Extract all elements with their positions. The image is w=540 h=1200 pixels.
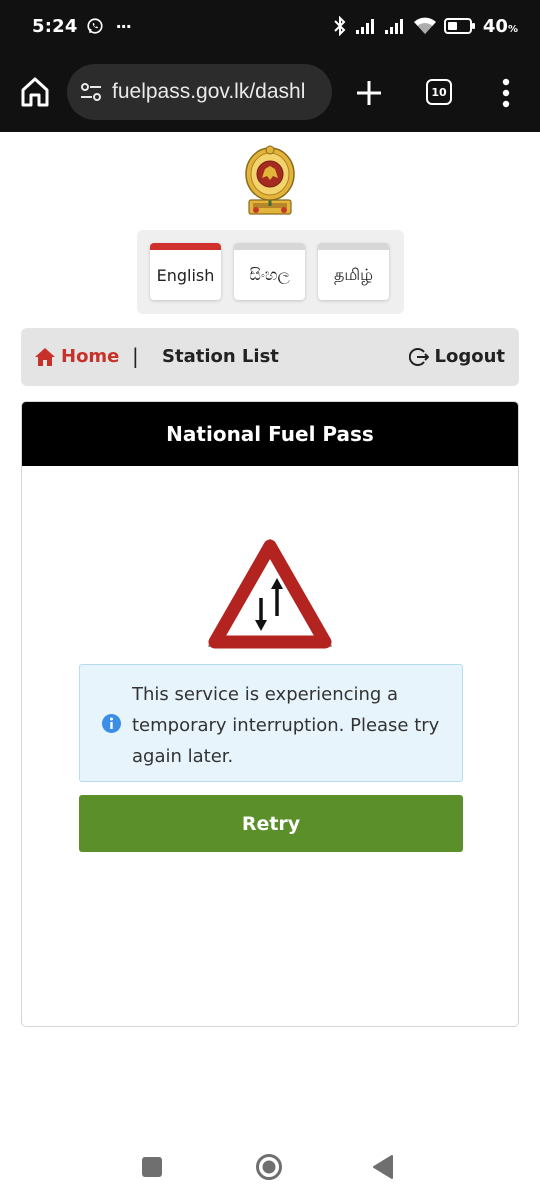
main-nav: Home | Station List Logout (21, 328, 519, 386)
battery-level: 40% (482, 15, 518, 37)
retry-button[interactable]: Retry (79, 795, 463, 852)
url-text[interactable]: fuelpass.gov.lk/dashl (112, 80, 305, 104)
new-tab-icon[interactable] (355, 79, 383, 107)
logout-icon (409, 347, 430, 366)
language-switcher: English සිංහල தமிழ் (137, 230, 404, 314)
recents-icon[interactable] (142, 1157, 162, 1177)
logout-label: Logout (434, 346, 505, 367)
screen: 5:24 ··· 40% fuelpass.gov.lk/dashl 10 En… (0, 0, 540, 1200)
status-time: 5:24 (32, 15, 78, 37)
nav-home-link[interactable]: Home (34, 346, 119, 367)
card-title: National Fuel Pass (22, 402, 518, 466)
wifi-icon (413, 17, 436, 34)
kebab-menu-icon[interactable] (501, 78, 511, 108)
language-tamil-button[interactable]: தமிழ் (318, 243, 389, 300)
nav-home-label: Home (61, 346, 120, 367)
home-icon (35, 347, 55, 366)
tab-switcher-button[interactable]: 10 (426, 79, 452, 105)
browser-toolbar: fuelpass.gov.lk/dashl 10 (0, 52, 540, 132)
info-icon (102, 714, 121, 733)
site-settings-icon[interactable] (80, 81, 102, 103)
address-bar[interactable]: fuelpass.gov.lk/dashl (67, 64, 332, 120)
system-nav-bar (0, 1130, 540, 1200)
alert-message: This service is experiencing a temporary… (132, 684, 440, 767)
sri-lanka-emblem-logo (245, 145, 295, 215)
language-english-button[interactable]: English (150, 243, 221, 300)
service-interruption-alert: This service is experiencing a temporary… (79, 664, 463, 782)
status-bar: 5:24 ··· 40% (0, 0, 540, 52)
two-way-traffic-warning-icon (208, 539, 332, 649)
home-button-icon[interactable] (255, 1153, 283, 1181)
signal-icon-2 (384, 19, 403, 34)
more-notifications: ··· (115, 16, 132, 36)
whatsapp-icon (87, 18, 103, 34)
nav-separator: | (132, 344, 139, 368)
battery-icon (443, 18, 475, 34)
back-icon[interactable] (372, 1154, 394, 1180)
home-icon[interactable] (20, 76, 50, 108)
language-sinhala-button[interactable]: සිංහල (234, 243, 305, 300)
bluetooth-icon (334, 16, 346, 36)
nav-station-list-link[interactable]: Station List (162, 346, 279, 367)
signal-icon-1 (355, 19, 374, 34)
fuel-pass-card: National Fuel Pass This service is exper… (21, 401, 519, 1027)
logout-link[interactable]: Logout (409, 346, 505, 367)
